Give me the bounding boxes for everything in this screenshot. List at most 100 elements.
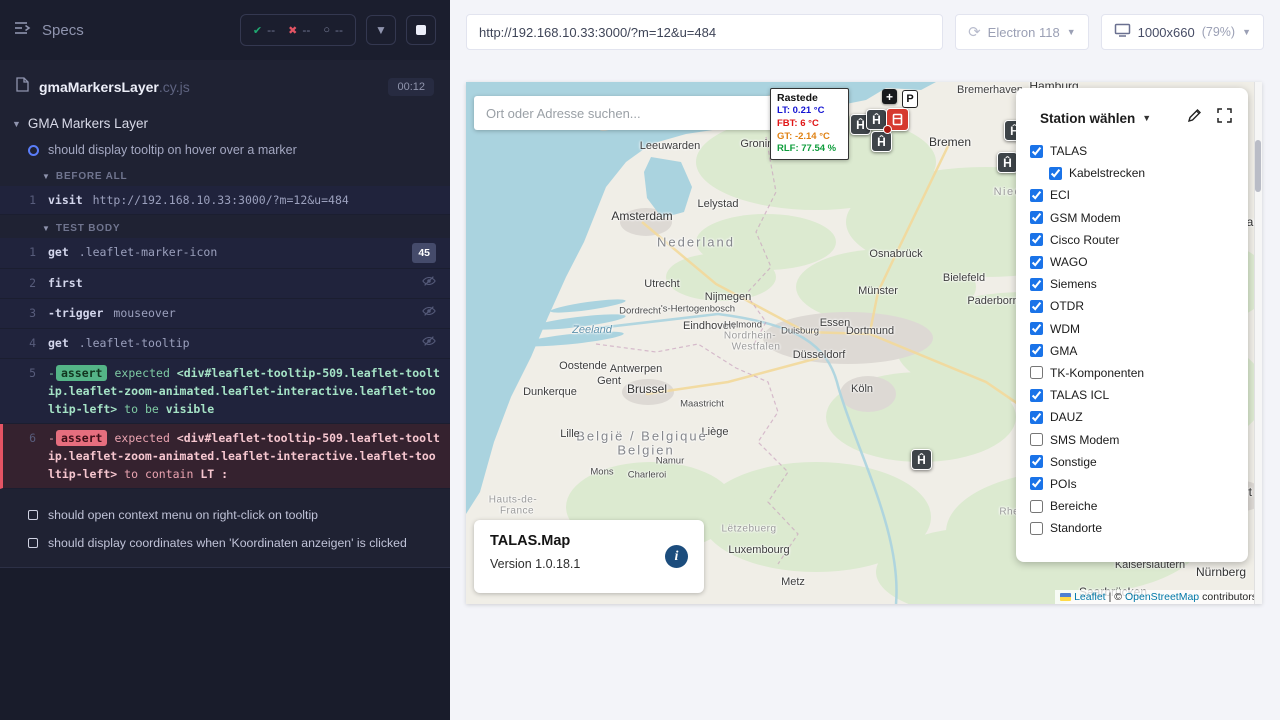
layer-checkbox[interactable] — [1030, 411, 1043, 424]
fullscreen-icon[interactable] — [1217, 108, 1232, 128]
layer-checkbox-row[interactable]: TALAS — [1030, 140, 1248, 162]
layer-checkbox[interactable] — [1030, 189, 1043, 202]
layer-checkbox[interactable] — [1049, 167, 1062, 180]
station-marker-icon[interactable]: Ĥ — [911, 449, 932, 470]
layer-checkbox-row[interactable]: WAGO — [1030, 251, 1248, 273]
map-label: Münster — [858, 285, 898, 297]
layer-checkbox-row[interactable]: Cisco Router — [1030, 229, 1248, 251]
map-label: 's-Hertogenbosch — [661, 304, 735, 315]
scrollbar-thumb[interactable] — [1255, 140, 1261, 192]
layer-checkbox-row[interactable]: Bereiche — [1030, 495, 1248, 517]
layer-checkbox-row[interactable]: OTDR — [1030, 295, 1248, 317]
alarm-badge — [883, 125, 892, 134]
leaflet-map[interactable]: HamburgBremerhavenBremenNiedersachsenHan… — [466, 82, 1262, 604]
layer-checkbox-row[interactable]: Sonstige — [1030, 451, 1248, 473]
layer-checkbox-row[interactable]: Kabelstrecken — [1030, 162, 1248, 184]
search-input[interactable] — [474, 96, 776, 130]
app-scrollbar[interactable] — [1254, 82, 1262, 604]
active-test-row[interactable]: should display tooltip on hover over a m… — [0, 137, 450, 163]
map-label: Bremerhaven — [957, 84, 1023, 96]
layer-checkbox[interactable] — [1030, 433, 1043, 446]
layer-checkbox[interactable] — [1030, 256, 1043, 269]
map-label: Dunkerque — [523, 386, 577, 398]
alarm-marker-icon[interactable] — [886, 108, 909, 131]
layer-checkbox[interactable] — [1030, 322, 1043, 335]
layer-checkbox-row[interactable]: DAUZ — [1030, 406, 1248, 428]
layer-checkbox-row[interactable]: GSM Modem — [1030, 207, 1248, 229]
layer-label: ECI — [1050, 188, 1070, 202]
aut-topbar: ⟳ Electron 118 ▼ 1000x660 (79%) ▼ — [450, 0, 1280, 50]
zoom-plus-icon[interactable]: + — [882, 89, 897, 104]
station-marker-icon[interactable]: Ĥ — [871, 131, 892, 152]
layer-checkbox[interactable] — [1030, 278, 1043, 291]
layer-checkbox[interactable] — [1030, 211, 1043, 224]
leaflet-link[interactable]: Leaflet — [1074, 591, 1106, 603]
layer-checkbox-row[interactable]: ECI — [1030, 184, 1248, 206]
command-row[interactable]: 1visithttp://192.168.10.33:3000/?m=12&u=… — [0, 186, 450, 215]
layer-checkbox[interactable] — [1030, 145, 1043, 158]
invisible-element-icon — [422, 334, 436, 353]
map-label: Metz — [781, 576, 805, 588]
tooltip-value-row: GT: -2.14 °C — [777, 131, 842, 144]
spec-bar[interactable]: gmaMarkersLayer.cy.js 00:12 — [0, 66, 450, 108]
command-number: 4 — [0, 334, 48, 353]
layer-checkbox-row[interactable]: WDM — [1030, 318, 1248, 340]
tooltip-title: Rastede — [777, 92, 842, 104]
edit-pencil-icon[interactable] — [1187, 108, 1202, 128]
layer-checkbox-row[interactable]: Siemens — [1030, 273, 1248, 295]
command-method: -trigger — [48, 306, 103, 320]
map-label: Nürnberg — [1196, 565, 1246, 579]
command-row[interactable]: 1get.leaflet-marker-icon45 — [0, 238, 450, 269]
stop-button[interactable] — [406, 15, 436, 45]
parking-marker-icon[interactable]: P — [902, 90, 918, 108]
viewport-select[interactable]: 1000x660 (79%) ▼ — [1101, 14, 1264, 50]
map-label: Essen — [820, 317, 851, 329]
layer-label: POIs — [1050, 477, 1077, 491]
passed-icon: ✔ — [253, 24, 262, 37]
collapse-button[interactable]: ▼ — [366, 15, 396, 45]
before-all-header[interactable]: ▼ BEFORE ALL — [0, 163, 450, 186]
station-dropdown[interactable]: Station wählen — [1040, 111, 1135, 126]
pending-test-row[interactable]: should display coordinates when 'Koordin… — [0, 529, 450, 557]
layer-checkbox-row[interactable]: TK-Komponenten — [1030, 362, 1248, 384]
command-row[interactable]: 3-triggermouseover — [0, 299, 450, 329]
layer-checkbox-row[interactable]: GMA — [1030, 340, 1248, 362]
osm-link[interactable]: OpenStreetMap — [1125, 591, 1199, 603]
command-row[interactable]: 4get.leaflet-tooltip — [0, 329, 450, 359]
layer-checkbox[interactable] — [1030, 477, 1043, 490]
stat-passed: ✔-- — [253, 23, 275, 37]
layer-checkbox[interactable] — [1030, 344, 1043, 357]
layer-checkbox[interactable] — [1030, 455, 1043, 468]
url-input[interactable] — [466, 14, 943, 50]
station-marker-icon[interactable]: Ĥ — [997, 152, 1018, 173]
pending-test-row[interactable]: should open context menu on right-click … — [0, 501, 450, 529]
viewport-zoom: (79%) — [1202, 25, 1235, 39]
layer-checkbox[interactable] — [1030, 366, 1043, 379]
layer-checkbox[interactable] — [1030, 300, 1043, 313]
browser-select[interactable]: ⟳ Electron 118 ▼ — [955, 14, 1089, 50]
chevron-down-icon[interactable]: ▼ — [1142, 113, 1151, 123]
map-label: Oostende — [559, 360, 607, 372]
browser-icon: ⟳ — [968, 25, 981, 40]
layer-checkbox[interactable] — [1030, 500, 1043, 513]
layer-checkbox[interactable] — [1030, 389, 1043, 402]
layer-checkbox-row[interactable]: SMS Modem — [1030, 428, 1248, 450]
layer-checkbox-row[interactable]: POIs — [1030, 473, 1248, 495]
layer-label: WAGO — [1050, 255, 1088, 269]
suite-row[interactable]: ▼ GMA Markers Layer — [0, 108, 450, 137]
command-row[interactable]: 6-assertexpected <div#leaflet-tooltip-50… — [0, 424, 450, 489]
specs-menu-icon[interactable] — [14, 21, 32, 40]
layer-checkbox-row[interactable]: TALAS ICL — [1030, 384, 1248, 406]
reporter-header: Specs ✔-- ✖-- ○-- ▼ — [0, 0, 450, 60]
command-row[interactable]: 2first — [0, 269, 450, 299]
layer-label: Cisco Router — [1050, 233, 1119, 247]
layer-checkbox[interactable] — [1030, 233, 1043, 246]
active-test-title: should display tooltip on hover over a m… — [48, 143, 297, 157]
marker-tooltip: Rastede LT: 0.21 °CFBT: 6 °CGT: -2.14 °C… — [770, 88, 849, 160]
layer-checkbox[interactable] — [1030, 522, 1043, 535]
map-label: Luxembourg — [728, 544, 789, 556]
test-body-header[interactable]: ▼ TEST BODY — [0, 215, 450, 238]
command-row[interactable]: 5-assertexpected <div#leaflet-tooltip-50… — [0, 359, 450, 424]
info-icon[interactable]: i — [665, 545, 688, 568]
layer-checkbox-row[interactable]: Standorte — [1030, 517, 1248, 539]
